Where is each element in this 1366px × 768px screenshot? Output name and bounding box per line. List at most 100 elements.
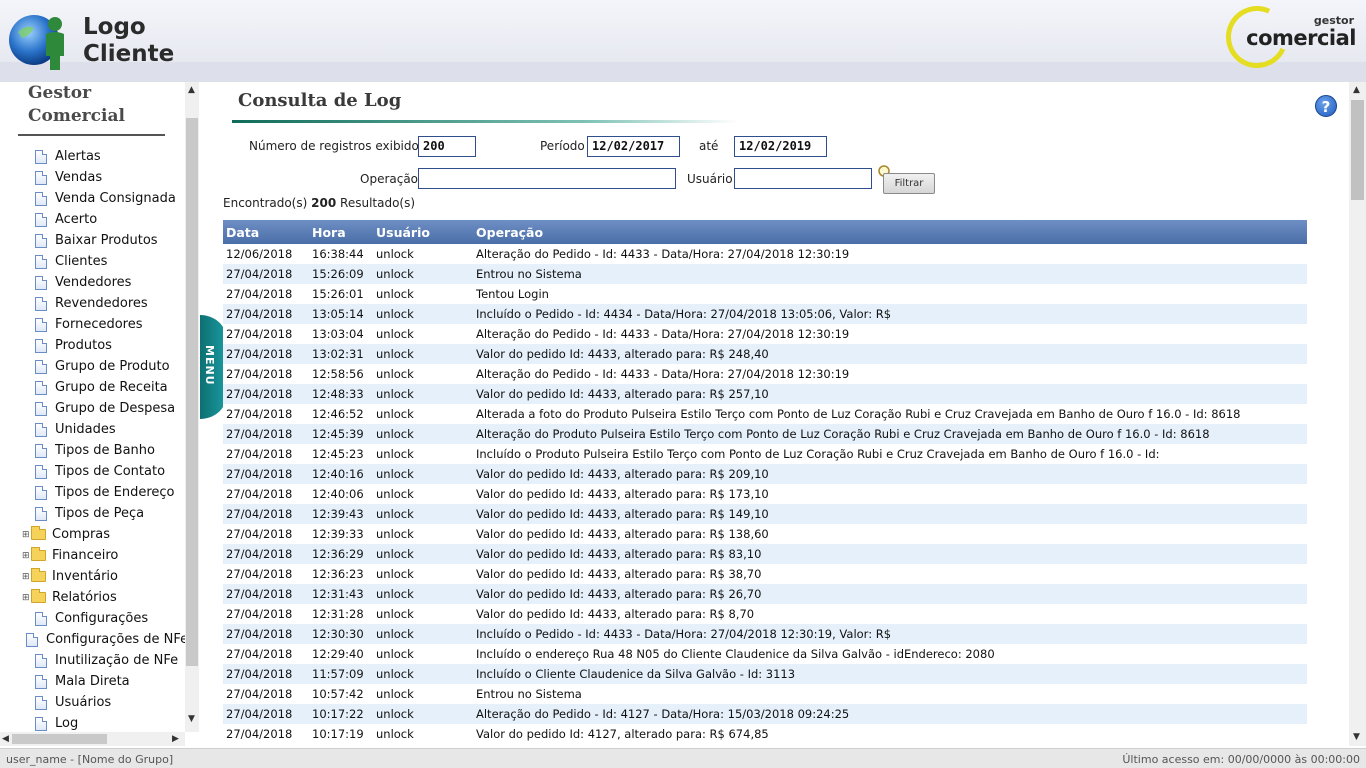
logo-line-2: Cliente xyxy=(83,41,175,67)
sidebar: Gestor Comercial Alertas Vendas Venda Cons… xyxy=(0,82,202,746)
sidebar-item-19[interactable]: ⊞ Financeiro xyxy=(22,545,186,566)
table-row[interactable]: 27/04/2018 10:17:22 unlock Alteração do Ped… xyxy=(223,704,1307,724)
sidebar-item-2[interactable]: Venda Consignada xyxy=(22,188,186,209)
operation-label: Operação xyxy=(360,172,419,186)
period-start-input[interactable]: 12/02/2017 xyxy=(587,136,680,157)
page-vertical-scrollbar[interactable]: ▲ ▼ xyxy=(1349,82,1366,746)
sidebar-item-21[interactable]: ⊞ Relatórios xyxy=(22,587,186,608)
document-icon xyxy=(26,632,38,647)
sidebar-item-12[interactable]: Grupo de Despesa xyxy=(22,398,186,419)
sidebar-item-1[interactable]: Vendas xyxy=(22,167,186,188)
num-records-input[interactable]: 200 xyxy=(418,136,476,157)
table-row[interactable]: 27/04/2018 12:40:06 unlock Valor do pedido … xyxy=(223,484,1307,504)
sidebar-hscroll-thumb[interactable] xyxy=(12,734,107,744)
sidebar-item-4[interactable]: Baixar Produtos xyxy=(22,230,186,251)
sidebar-vertical-scrollbar[interactable]: ▲ ▼ xyxy=(185,82,199,732)
operation-input[interactable] xyxy=(418,168,676,189)
sidebar-item-25[interactable]: Mala Direta xyxy=(22,671,186,692)
sidebar-item-10[interactable]: Grupo de Produto xyxy=(22,356,186,377)
sidebar-item-3[interactable]: Acerto xyxy=(22,209,186,230)
page-scroll-down-icon[interactable]: ▼ xyxy=(1353,732,1360,742)
table-row[interactable]: 27/04/2018 12:45:39 unlock Alteração do Pro… xyxy=(223,424,1307,444)
sidebar-item-label: Produtos xyxy=(55,338,112,353)
table-row[interactable]: 27/04/2018 12:31:28 unlock Valor do pedido … xyxy=(223,604,1307,624)
table-row[interactable]: 12/06/2018 16:38:44 unlock Alteração do Ped… xyxy=(223,244,1307,264)
page-scroll-up-icon[interactable]: ▲ xyxy=(1353,85,1360,95)
column-header-data[interactable]: Data xyxy=(223,220,309,244)
table-row[interactable]: 27/04/2018 10:17:19 unlock Valor do pedido … xyxy=(223,724,1307,744)
table-row[interactable]: 27/04/2018 13:03:04 unlock Alteração do Ped… xyxy=(223,324,1307,344)
sidebar-item-6[interactable]: Vendedores xyxy=(22,272,186,293)
sidebar-item-27[interactable]: Log xyxy=(22,713,186,734)
expand-plus-icon[interactable]: ⊞ xyxy=(22,593,31,603)
cell-operacao: Valor do pedido Id: 4433, alterado para:… xyxy=(473,484,1307,504)
sidebar-item-15[interactable]: Tipos de Contato xyxy=(22,461,186,482)
sidebar-item-9[interactable]: Produtos xyxy=(22,335,186,356)
cell-operacao: Valor do pedido Id: 4433, alterado para:… xyxy=(473,564,1307,584)
document-icon xyxy=(35,485,47,500)
table-row[interactable]: 27/04/2018 12:36:29 unlock Valor do pedido … xyxy=(223,544,1307,564)
sidebar-item-24[interactable]: Inutilização de NFe xyxy=(22,650,186,671)
column-header-operacao[interactable]: Operação xyxy=(473,220,1307,244)
table-row[interactable]: 27/04/2018 12:39:43 unlock Valor do pedido … xyxy=(223,504,1307,524)
sidebar-item-8[interactable]: Fornecedores xyxy=(22,314,186,335)
table-row[interactable]: 27/04/2018 12:29:40 unlock Incluído o ender… xyxy=(223,644,1307,664)
table-row[interactable]: 27/04/2018 12:36:23 unlock Valor do pedido … xyxy=(223,564,1307,584)
filter-button[interactable]: Filtrar xyxy=(883,173,935,194)
document-icon xyxy=(35,170,47,185)
sidebar-item-18[interactable]: ⊞ Compras xyxy=(22,524,186,545)
table-row[interactable]: 27/04/2018 12:39:33 unlock Valor do pedido … xyxy=(223,524,1307,544)
cell-usuario: unlock xyxy=(367,384,473,404)
sidebar-scroll-thumb[interactable] xyxy=(186,118,198,666)
sidebar-item-23[interactable]: Configurações de NFe xyxy=(22,629,188,650)
cell-hora: 12:40:16 xyxy=(309,464,367,484)
sidebar-item-16[interactable]: Tipos de Endereço xyxy=(22,482,186,503)
table-row[interactable]: 27/04/2018 13:02:31 unlock Valor do pedido … xyxy=(223,344,1307,364)
sidebar-item-label: Venda Consignada xyxy=(55,191,176,206)
cell-hora: 10:17:19 xyxy=(309,724,367,744)
scroll-down-arrow-icon[interactable]: ▼ xyxy=(188,714,195,724)
sidebar-horizontal-scrollbar[interactable]: ◀ ▶ xyxy=(0,732,185,746)
cell-usuario: unlock xyxy=(367,544,473,564)
sidebar-item-14[interactable]: Tipos de Banho xyxy=(22,440,186,461)
scroll-up-arrow-icon[interactable]: ▲ xyxy=(188,85,195,95)
help-icon[interactable]: ? xyxy=(1315,95,1337,117)
sidebar-item-11[interactable]: Grupo de Receita xyxy=(22,377,186,398)
expand-plus-icon[interactable]: ⊞ xyxy=(22,551,31,561)
scroll-right-arrow-icon[interactable]: ▶ xyxy=(172,734,179,744)
expand-plus-icon[interactable]: ⊞ xyxy=(22,572,31,582)
scroll-left-arrow-icon[interactable]: ◀ xyxy=(2,734,9,744)
table-row[interactable]: 27/04/2018 12:31:43 unlock Valor do pedido … xyxy=(223,584,1307,604)
cell-usuario: unlock xyxy=(367,464,473,484)
table-row[interactable]: 27/04/2018 11:57:09 unlock Incluído o Clien… xyxy=(223,664,1307,684)
table-row[interactable]: 27/04/2018 12:58:56 unlock Alteração do Ped… xyxy=(223,364,1307,384)
table-row[interactable]: 27/04/2018 12:45:23 unlock Incluído o Produ… xyxy=(223,444,1307,464)
table-row[interactable]: 27/04/2018 15:26:01 unlock Tentou Login xyxy=(223,284,1307,304)
sidebar-item-20[interactable]: ⊞ Inventário xyxy=(22,566,186,587)
sidebar-item-5[interactable]: Clientes xyxy=(22,251,186,272)
sidebar-item-0[interactable]: Alertas xyxy=(22,146,186,167)
page-scroll-thumb[interactable] xyxy=(1351,100,1364,200)
table-row[interactable]: 27/04/2018 10:57:42 unlock Entrou no Sistem… xyxy=(223,684,1307,704)
cell-operacao: Valor do pedido Id: 4433, alterado para:… xyxy=(473,384,1307,404)
table-row[interactable]: 27/04/2018 12:40:16 unlock Valor do pedido … xyxy=(223,464,1307,484)
sidebar-divider xyxy=(18,134,165,136)
column-header-hora[interactable]: Hora xyxy=(309,220,367,244)
period-end-input[interactable]: 12/02/2019 xyxy=(734,136,827,157)
document-icon xyxy=(35,716,47,731)
table-row[interactable]: 27/04/2018 13:05:14 unlock Incluído o Pedid… xyxy=(223,304,1307,324)
sidebar-item-22[interactable]: Configurações xyxy=(22,608,186,629)
expand-plus-icon[interactable]: ⊞ xyxy=(22,530,31,540)
sidebar-item-17[interactable]: Tipos de Peça xyxy=(22,503,186,524)
column-header-usuario[interactable]: Usuário xyxy=(367,220,473,244)
table-row[interactable]: 27/04/2018 12:30:30 unlock Incluído o Pedid… xyxy=(223,624,1307,644)
sidebar-item-7[interactable]: Revendedores xyxy=(22,293,186,314)
table-row[interactable]: 27/04/2018 15:26:09 unlock Entrou no Sistem… xyxy=(223,264,1307,284)
sidebar-item-13[interactable]: Unidades xyxy=(22,419,186,440)
table-row[interactable]: 27/04/2018 12:48:33 unlock Valor do pedido … xyxy=(223,384,1307,404)
sidebar-item-26[interactable]: Usuários xyxy=(22,692,186,713)
sidebar-item-label: Revendedores xyxy=(55,296,148,311)
table-row[interactable]: 27/04/2018 12:46:52 unlock Alterada a foto … xyxy=(223,404,1307,424)
user-input[interactable] xyxy=(734,168,872,189)
sidebar-item-label: Grupo de Receita xyxy=(55,380,168,395)
